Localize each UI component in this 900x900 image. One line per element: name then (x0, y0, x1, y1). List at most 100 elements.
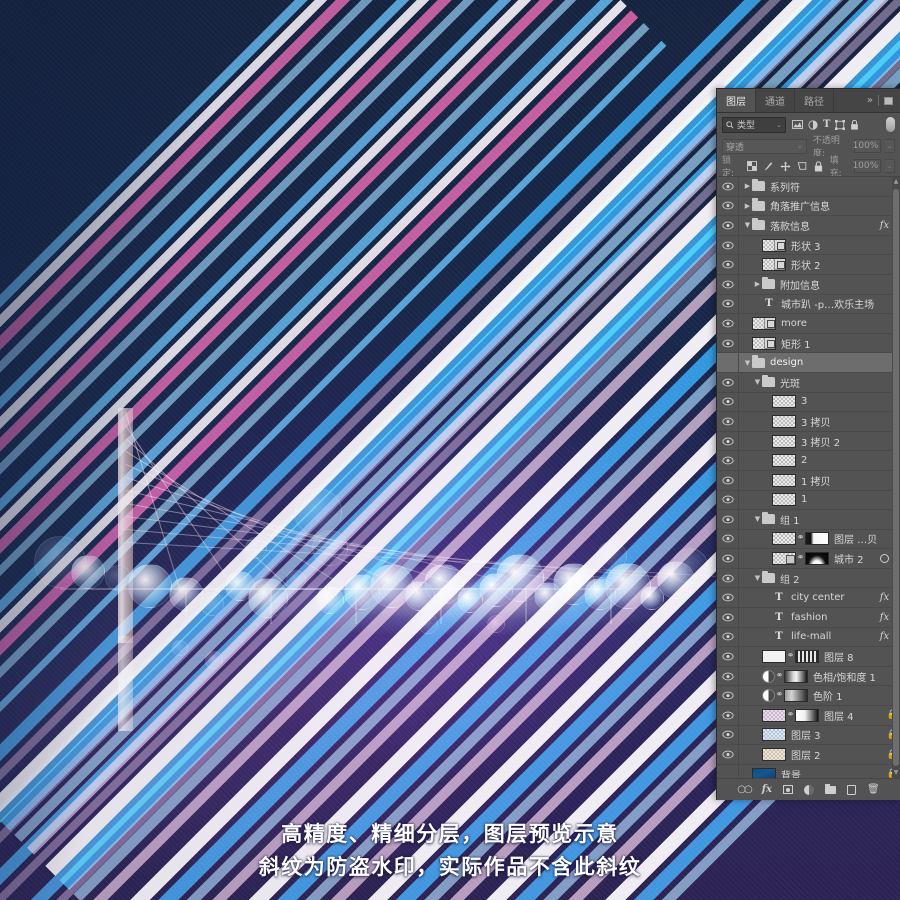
layer-row[interactable]: 背景🔒 (717, 764, 900, 778)
layer-thumbnail[interactable] (752, 316, 776, 330)
layer-effects-fx-icon[interactable]: fx (880, 612, 889, 623)
layer-mask-thumbnail[interactable] (784, 689, 808, 703)
tab-paths[interactable]: 路径 (795, 89, 834, 112)
layer-name[interactable]: 背景 (781, 767, 884, 778)
eye-hidden-icon[interactable] (717, 764, 739, 778)
lock-image-pixels-icon[interactable] (763, 161, 774, 171)
eye-visible-icon[interactable] (717, 745, 739, 764)
new-layer-icon[interactable] (847, 784, 856, 795)
tab-layers[interactable]: 图层 (717, 89, 756, 112)
layer-name[interactable]: 图层 …贝 (834, 531, 895, 546)
eye-visible-icon[interactable] (717, 431, 739, 451)
layer-list-scrollbar[interactable]: ▲ ▼ (892, 177, 900, 778)
layer-name[interactable]: 附加信息 (780, 277, 895, 292)
new-group-icon[interactable] (825, 783, 836, 794)
tab-channels[interactable]: 通道 (756, 89, 795, 112)
layer-name[interactable]: 3 (801, 396, 895, 407)
layer-name[interactable]: 色相/饱和度 1 (813, 669, 895, 684)
eye-visible-icon[interactable] (717, 314, 739, 333)
fill-input[interactable]: 100% (852, 159, 882, 173)
layer-row[interactable]: ⚭ 图层 …贝 (717, 529, 900, 550)
layer-name[interactable]: design (770, 357, 895, 368)
layer-name[interactable]: 图层 4 (824, 708, 884, 723)
eye-visible-icon[interactable] (717, 177, 739, 196)
chevron-down-icon[interactable]: ▼ (743, 359, 752, 367)
layer-name[interactable]: fashion (791, 612, 877, 623)
layer-row[interactable]: ⚭图层 4🔒 (717, 706, 900, 726)
layer-row[interactable]: ▶Tfashionfx⌄ (717, 608, 900, 628)
eye-visible-icon[interactable] (717, 549, 739, 568)
layer-name[interactable]: more (781, 318, 895, 329)
layer-row[interactable]: ▶T 城市趴 -p…欢乐主场 (717, 294, 900, 315)
eye-visible-icon[interactable] (717, 255, 739, 274)
adjustment-filter-icon[interactable] (808, 119, 818, 130)
eye-visible-icon[interactable] (717, 235, 739, 255)
eye-visible-icon[interactable] (717, 470, 739, 490)
eye-visible-icon[interactable] (717, 706, 739, 725)
layer-effects-fx-icon[interactable]: fx (880, 631, 889, 642)
new-adjustment-layer-icon[interactable] (804, 784, 814, 795)
eye-visible-icon[interactable] (717, 372, 739, 392)
layer-thumbnail[interactable] (762, 650, 786, 664)
layer-thumbnail[interactable] (752, 336, 776, 350)
add-layer-mask-icon[interactable] (783, 785, 793, 794)
layer-thumbnail[interactable] (762, 258, 786, 272)
layer-mask-thumbnail[interactable] (784, 669, 808, 683)
layer-name[interactable]: 图层 3 (791, 727, 884, 742)
opacity-input[interactable]: 100% (853, 139, 882, 153)
layer-name[interactable]: 1 拷贝 (801, 473, 895, 488)
lock-all-icon[interactable] (814, 160, 823, 172)
filter-enable-toggle[interactable] (886, 117, 895, 132)
layer-row[interactable]: ▶Tcity centerfx⌄ (717, 588, 900, 609)
layer-row[interactable]: ▼ 组 2 (717, 568, 900, 589)
eye-visible-icon[interactable] (717, 490, 739, 510)
layer-name[interactable]: 落款信息 (770, 218, 877, 233)
eye-visible-icon[interactable] (717, 333, 739, 353)
layer-name[interactable]: 角落推广信息 (770, 198, 895, 213)
mask-link-icon[interactable]: ⚭ (796, 534, 805, 543)
shape-filter-icon[interactable] (835, 119, 846, 130)
layer-row[interactable]: ⚭ 色相/饱和度 1 (717, 666, 900, 687)
chevron-right-icon[interactable]: ▶ (743, 202, 752, 210)
layer-row[interactable]: ▶ 角落推广信息 (717, 196, 900, 217)
smart-object-filter-icon[interactable] (850, 119, 859, 130)
eye-visible-icon[interactable] (717, 647, 739, 666)
layer-row[interactable]: ⚭城市 2⌄ (717, 549, 900, 569)
eye-visible-icon[interactable] (717, 196, 739, 216)
eye-hidden-icon[interactable] (717, 353, 739, 372)
eye-visible-icon[interactable] (717, 294, 739, 314)
eye-visible-icon[interactable] (717, 529, 739, 549)
blend-mode-select[interactable]: 穿透 ⌄ (722, 138, 807, 154)
mask-link-icon[interactable]: ⚭ (786, 652, 795, 661)
layer-thumbnail[interactable] (772, 414, 796, 428)
add-layer-style-icon[interactable]: fx (762, 784, 772, 795)
layer-effects-fx-icon[interactable]: fx (880, 592, 889, 603)
layer-row[interactable]: 矩形 1 (717, 333, 900, 354)
layer-name[interactable]: 系列符 (770, 179, 895, 194)
layer-thumbnail[interactable] (762, 748, 786, 762)
layer-row[interactable]: ▼ design (717, 353, 900, 373)
layer-name[interactable]: 3 拷贝 (801, 414, 895, 429)
eye-visible-icon[interactable] (717, 627, 739, 647)
eye-visible-icon[interactable] (717, 608, 739, 627)
type-filter-icon[interactable]: T (823, 119, 830, 130)
layer-thumbnail[interactable] (772, 434, 796, 448)
layer-thumbnail[interactable] (762, 728, 786, 742)
chevron-down-icon[interactable]: ▼ (753, 378, 762, 386)
delete-layer-icon[interactable]: 🗑 (867, 784, 880, 795)
layer-row[interactable]: 3 拷贝 (717, 412, 900, 432)
eye-visible-icon[interactable] (717, 451, 739, 470)
layer-name[interactable]: 2 (801, 455, 895, 466)
layer-row[interactable]: 1 (717, 490, 900, 511)
scrollbar-thumb[interactable] (893, 189, 899, 766)
lock-artboard-nesting-icon[interactable] (797, 161, 808, 171)
layer-name[interactable]: 3 拷贝 2 (801, 434, 895, 449)
filter-kind-select[interactable]: 类型 ⌄ (722, 116, 786, 133)
layer-name[interactable]: 1 (801, 494, 895, 505)
eye-visible-icon[interactable] (717, 666, 739, 686)
chevron-right-icon[interactable]: ▶ (753, 280, 762, 288)
layer-row[interactable]: ▼落款信息fx⌄ (717, 216, 900, 236)
layer-mask-thumbnail[interactable] (795, 650, 819, 664)
scroll-down-icon[interactable]: ▼ (893, 768, 899, 778)
layer-row[interactable]: 1 拷贝 (717, 470, 900, 491)
